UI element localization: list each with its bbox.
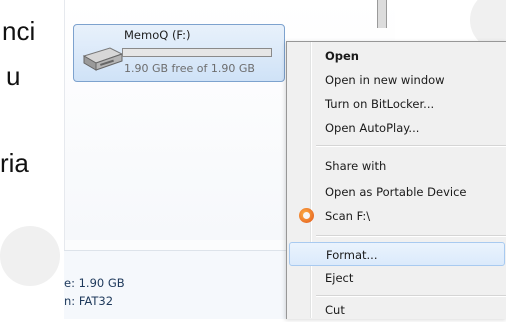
drive-name: MemoQ (F:) [124, 28, 191, 42]
menu-item-label: Cut [325, 303, 345, 317]
menu-item-share-with[interactable]: Share with [289, 154, 505, 178]
antivirus-icon [299, 208, 314, 223]
menu-item-format[interactable]: Format... [289, 242, 505, 266]
menu-item-label: Open in new window [325, 73, 445, 87]
menu-item-label: Share with [325, 159, 387, 173]
pane-splitter[interactable] [377, 0, 387, 28]
menu-item-label: Format... [326, 248, 378, 262]
menu-item-label: Turn on BitLocker... [325, 97, 435, 111]
menu-item-eject[interactable]: Eject [289, 266, 505, 290]
drive-free-space: 1.90 GB free of 1.90 GB [124, 62, 255, 75]
drive-usage-bar [122, 48, 272, 57]
usb-drive-icon [82, 47, 124, 71]
menu-item-scan[interactable]: Scan F:\ [289, 204, 505, 228]
menu-item-label: Open AutoPlay... [325, 121, 420, 135]
menu-separator [316, 295, 506, 297]
slide-text-fragment: nci [2, 16, 36, 46]
menu-item-autoplay[interactable]: Open AutoPlay... [289, 116, 505, 140]
menu-item-label: Scan F:\ [325, 209, 371, 223]
menu-item-open-new-window[interactable]: Open in new window [289, 68, 505, 92]
menu-separator [316, 145, 506, 147]
slide-text-fragment: ria [0, 148, 29, 178]
slide-text-fragment: u [6, 61, 21, 91]
menu-item-bitlocker[interactable]: Turn on BitLocker... [289, 92, 505, 116]
watermark-blob [0, 226, 60, 286]
menu-item-open[interactable]: Open [289, 44, 505, 68]
detail-filesystem: n: FAT32 [64, 294, 114, 308]
detail-total-size: e: 1.90 GB [64, 276, 125, 290]
menu-item-label: Open as Portable Device [325, 185, 467, 199]
menu-separator [316, 235, 506, 237]
menu-item-label: Eject [325, 271, 354, 285]
menu-item-cut[interactable]: Cut [289, 298, 505, 322]
menu-item-label: Open [325, 49, 359, 63]
menu-item-portable-device[interactable]: Open as Portable Device [289, 180, 505, 204]
